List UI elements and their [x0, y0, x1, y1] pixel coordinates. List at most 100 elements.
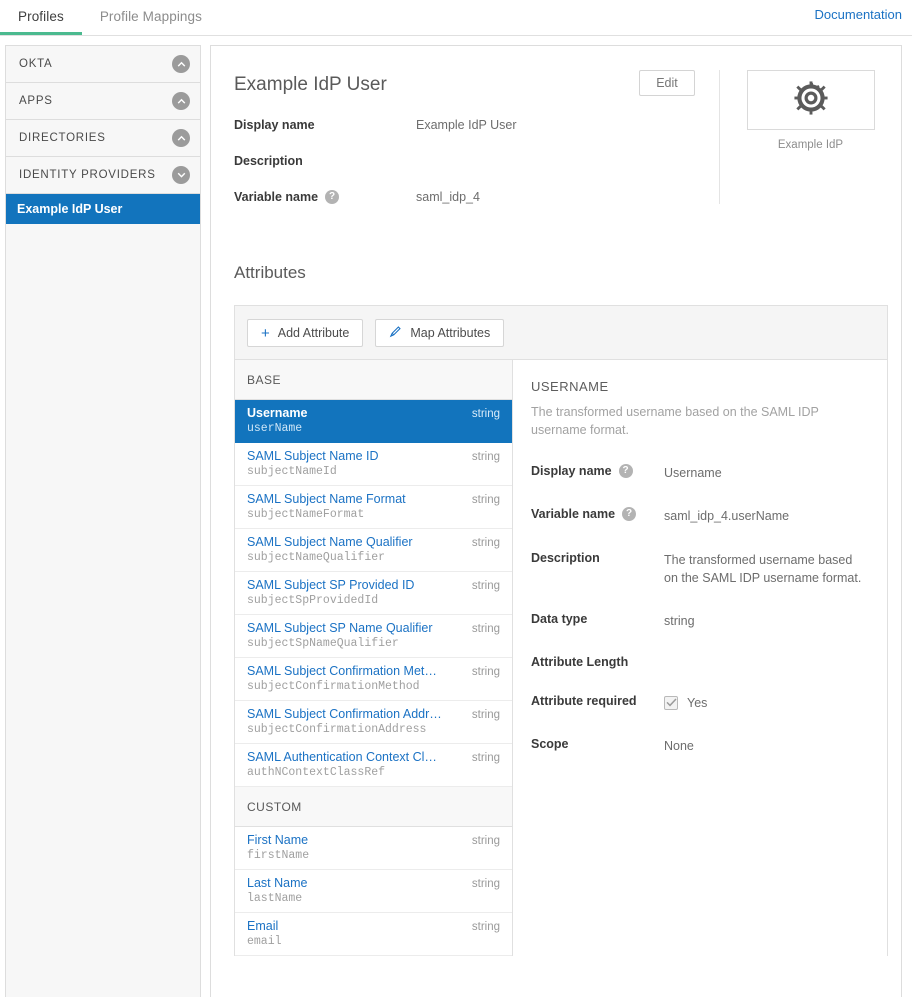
sidebar-section-directories-label: DIRECTORIES: [19, 132, 106, 144]
sidebar-item-label: Example IdP User: [17, 202, 122, 216]
attribute-row-name: Email: [247, 919, 278, 933]
sidebar-section-okta-label: OKTA: [19, 58, 52, 70]
attribute-list: BASE Username string userName SAML Subje…: [235, 360, 513, 956]
attribute-group-header-custom: CUSTOM: [235, 787, 512, 827]
tab-profiles[interactable]: Profiles: [0, 0, 82, 34]
field-variable-name-text: Variable name: [234, 190, 318, 204]
tab-list: Profiles Profile Mappings: [0, 0, 220, 34]
attribute-row-subject-sp-name-qualifier[interactable]: SAML Subject SP Name Qualifier string su…: [235, 615, 512, 658]
profile-header: Example IdP User Edit Display name Examp…: [211, 46, 901, 204]
attribute-row-subject-name-id[interactable]: SAML Subject Name ID string subjectNameI…: [235, 443, 512, 486]
attribute-required-checkbox[interactable]: [664, 696, 678, 710]
attribute-row-type: string: [464, 408, 500, 420]
map-attributes-button[interactable]: Map Attributes: [375, 319, 504, 347]
attribute-row-type: string: [464, 709, 500, 721]
detail-field-data-type-label: Data type: [531, 612, 664, 626]
help-icon[interactable]: ?: [619, 464, 633, 478]
sidebar-section-okta[interactable]: OKTA: [6, 46, 200, 83]
documentation-link[interactable]: Documentation: [815, 7, 902, 22]
attribute-row-type: string: [464, 580, 500, 592]
field-display-name: Display name Example IdP User: [234, 118, 701, 132]
attribute-row-last-name[interactable]: Last Name string lastName: [235, 870, 512, 913]
pencil-icon: [389, 325, 402, 341]
attribute-row-variable: authNContextClassRef: [247, 766, 500, 779]
page-body: OKTA APPS DIRECTORIES IDENTITY PROVIDERS: [0, 36, 912, 997]
attribute-detail-subtitle: The transformed username based on the SA…: [531, 403, 861, 439]
attribute-row-variable: subjectNameQualifier: [247, 551, 500, 564]
attribute-row-subject-confirmation-method[interactable]: SAML Subject Confirmation Method string …: [235, 658, 512, 701]
detail-field-scope-value: None: [664, 737, 694, 755]
attribute-row-type: string: [464, 623, 500, 635]
attribute-group-header-base: BASE: [235, 360, 512, 400]
attributes-panel: + Add Attribute Map Attributes: [234, 305, 888, 956]
detail-field-attribute-required: Attribute required Yes: [531, 694, 865, 712]
attribute-row-variable: userName: [247, 422, 500, 435]
attribute-row-type: string: [464, 835, 500, 847]
sidebar: OKTA APPS DIRECTORIES IDENTITY PROVIDERS: [5, 45, 201, 997]
attribute-row-name: First Name: [247, 833, 308, 847]
detail-field-variable-name-label: Variable name: [531, 507, 615, 521]
attribute-row-variable: email: [247, 935, 500, 948]
add-attribute-button[interactable]: + Add Attribute: [247, 319, 363, 347]
chevron-up-icon[interactable]: [172, 55, 190, 73]
chevron-up-icon[interactable]: [172, 129, 190, 147]
field-variable-name-value: saml_idp_4: [416, 190, 480, 204]
detail-field-attribute-length-label: Attribute Length: [531, 655, 664, 669]
detail-field-scope-label: Scope: [531, 737, 664, 751]
gear-icon: [793, 80, 829, 121]
attribute-row-name: SAML Subject Name ID: [247, 449, 379, 463]
attribute-row-subject-confirmation-address[interactable]: SAML Subject Confirmation Address string…: [235, 701, 512, 744]
attribute-row-name: SAML Subject Name Format: [247, 492, 406, 506]
field-description: Description: [234, 154, 701, 168]
attribute-row-variable: subjectConfirmationMethod: [247, 680, 500, 693]
idp-logo-caption: Example IdP: [730, 139, 891, 151]
attribute-row-email[interactable]: Email string email: [235, 913, 512, 956]
help-icon[interactable]: ?: [622, 507, 636, 521]
attributes-toolbar: + Add Attribute Map Attributes: [235, 306, 887, 360]
field-display-name-label: Display name: [234, 118, 416, 132]
attribute-group-base-label: BASE: [247, 373, 281, 387]
attribute-row-subject-sp-provided-id[interactable]: SAML Subject SP Provided ID string subje…: [235, 572, 512, 615]
chevron-down-icon[interactable]: [172, 166, 190, 184]
sidebar-section-apps[interactable]: APPS: [6, 83, 200, 120]
detail-field-attribute-length: Attribute Length: [531, 655, 865, 669]
attribute-row-type: string: [464, 494, 500, 506]
help-icon[interactable]: ?: [325, 190, 339, 204]
attributes-section-title: Attributes: [211, 263, 901, 283]
detail-field-variable-name: Variable name ? saml_idp_4.userName: [531, 507, 865, 525]
edit-button[interactable]: Edit: [639, 70, 695, 96]
field-display-name-value: Example IdP User: [416, 118, 517, 132]
attribute-row-subject-name-format[interactable]: SAML Subject Name Format string subjectN…: [235, 486, 512, 529]
field-description-label: Description: [234, 154, 416, 168]
sidebar-section-apps-label: APPS: [19, 95, 53, 107]
chevron-up-icon[interactable]: [172, 92, 190, 110]
detail-field-description-value: The transformed username based on the SA…: [664, 551, 865, 587]
profile-logo-area: Example IdP: [719, 70, 901, 204]
attribute-row-name: SAML Subject Name Qualifier: [247, 535, 413, 549]
attribute-row-type: string: [464, 752, 500, 764]
attribute-row-username[interactable]: Username string userName: [235, 400, 512, 443]
detail-field-display-name: Display name ? Username: [531, 464, 865, 482]
detail-field-attribute-required-value: Yes: [687, 694, 707, 712]
attribute-row-name: Username: [247, 406, 307, 420]
attribute-row-subject-name-qualifier[interactable]: SAML Subject Name Qualifier string subje…: [235, 529, 512, 572]
sidebar-section-directories[interactable]: DIRECTORIES: [6, 120, 200, 157]
attribute-row-type: string: [464, 878, 500, 890]
tab-profile-mappings-label: Profile Mappings: [100, 9, 202, 24]
attribute-row-type: string: [464, 921, 500, 933]
detail-field-data-type: Data type string: [531, 612, 865, 630]
detail-field-display-name-value: Username: [664, 464, 722, 482]
tab-profile-mappings[interactable]: Profile Mappings: [82, 0, 220, 34]
sidebar-item-example-idp-user[interactable]: Example IdP User: [6, 194, 200, 224]
field-variable-name: Variable name ? saml_idp_4: [234, 190, 701, 204]
sidebar-section-identity-providers[interactable]: IDENTITY PROVIDERS: [6, 157, 200, 194]
detail-field-attribute-required-label: Attribute required: [531, 694, 664, 708]
profile-title-row: Example IdP User Edit: [234, 70, 701, 96]
detail-field-description: Description The transformed username bas…: [531, 551, 865, 587]
attribute-row-variable: subjectConfirmationAddress: [247, 723, 500, 736]
detail-field-display-name-label: Display name: [531, 464, 612, 478]
attribute-row-authn-context-class-ref[interactable]: SAML Authentication Context Class Ref st…: [235, 744, 512, 787]
add-attribute-label: Add Attribute: [278, 326, 350, 340]
attribute-row-name: SAML Subject Confirmation Method: [247, 664, 442, 678]
attribute-row-first-name[interactable]: First Name string firstName: [235, 827, 512, 870]
